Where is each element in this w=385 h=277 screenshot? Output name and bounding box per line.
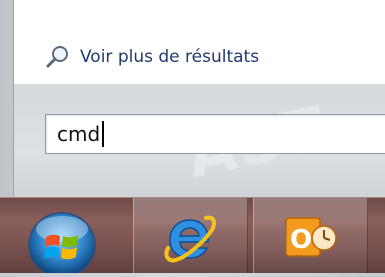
outlook-icon: O bbox=[285, 217, 337, 257]
internet-explorer-icon bbox=[164, 215, 216, 263]
taskbar-outlook-button[interactable]: O bbox=[253, 198, 368, 273]
see-more-results-link[interactable]: Voir plus de résultats bbox=[45, 43, 259, 71]
search-icon bbox=[45, 44, 71, 70]
search-input[interactable]: cmd bbox=[45, 114, 385, 154]
taskbar-internet-explorer-button[interactable] bbox=[133, 198, 248, 273]
svg-text:O: O bbox=[290, 225, 312, 255]
windows-logo-icon bbox=[28, 212, 96, 277]
search-input-value: cmd bbox=[57, 120, 105, 149]
text-caret bbox=[102, 120, 105, 147]
see-more-results-label: Voir plus de résultats bbox=[80, 47, 260, 67]
taskbar: O bbox=[0, 197, 385, 277]
search-results-panel: Voir plus de résultats bbox=[13, 0, 385, 84]
start-button[interactable] bbox=[26, 211, 98, 277]
